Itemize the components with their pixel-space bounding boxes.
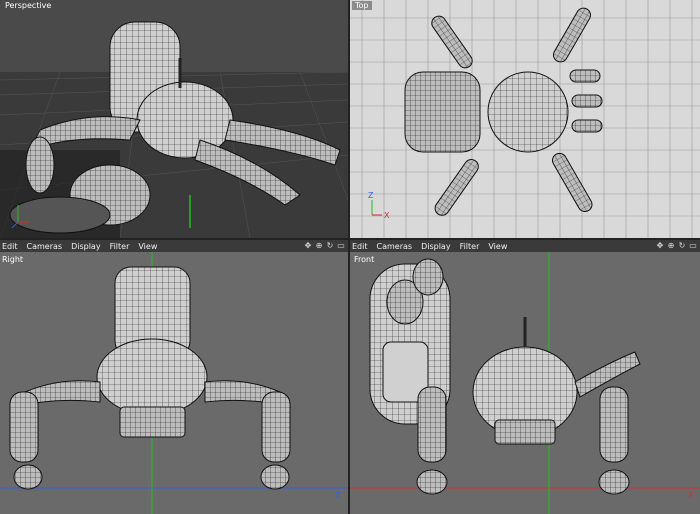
menubar-right-viewport: Edit Cameras Display Filter View ✥ ⊕ ↻ ▭ <box>0 240 348 252</box>
menu-edit[interactable]: Edit <box>2 242 18 251</box>
right-viewport[interactable]: Z Right <box>0 252 348 514</box>
maximize-view-icon[interactable]: ▭ <box>689 242 697 250</box>
rotate-view-icon[interactable]: ↻ <box>326 242 334 250</box>
right-scene: Z Right <box>0 252 348 514</box>
menu-filter[interactable]: Filter <box>460 242 480 251</box>
front-viewport[interactable]: X Front <box>350 252 700 514</box>
viewport-title-top: Top <box>352 1 372 10</box>
menubar-front-viewport: Edit Cameras Display Filter View ✥ ⊕ ↻ ▭ <box>350 240 700 252</box>
move-view-icon[interactable]: ✥ <box>656 242 664 250</box>
axis-x-label-top: X <box>384 211 390 220</box>
menu-view[interactable]: View <box>488 242 507 251</box>
menu-cameras[interactable]: Cameras <box>377 242 413 251</box>
top-scene: X Z <box>350 0 700 238</box>
rotate-view-icon[interactable]: ↻ <box>678 242 686 250</box>
perspective-scene <box>0 21 348 238</box>
menu-edit[interactable]: Edit <box>352 242 368 251</box>
axis-x-label-front: X <box>688 491 694 500</box>
menu-display[interactable]: Display <box>71 242 101 251</box>
perspective-viewport[interactable]: Perspective <box>0 0 348 238</box>
top-viewport[interactable]: X Z Top <box>350 0 700 238</box>
viewport-title-right: Right <box>2 255 23 264</box>
menu-cameras[interactable]: Cameras <box>27 242 63 251</box>
viewport-title-perspective: Perspective <box>5 1 52 10</box>
front-scene: X Front <box>350 252 700 514</box>
menu-display[interactable]: Display <box>421 242 451 251</box>
axis-z-label-top: Z <box>368 191 374 200</box>
maximize-view-icon[interactable]: ▭ <box>337 242 345 250</box>
axis-z-label-right: Z <box>335 491 341 500</box>
zoom-view-icon[interactable]: ⊕ <box>315 242 323 250</box>
menu-filter[interactable]: Filter <box>110 242 130 251</box>
menu-view[interactable]: View <box>138 242 157 251</box>
move-view-icon[interactable]: ✥ <box>304 242 312 250</box>
zoom-view-icon[interactable]: ⊕ <box>667 242 675 250</box>
viewport-title-front: Front <box>354 255 374 264</box>
